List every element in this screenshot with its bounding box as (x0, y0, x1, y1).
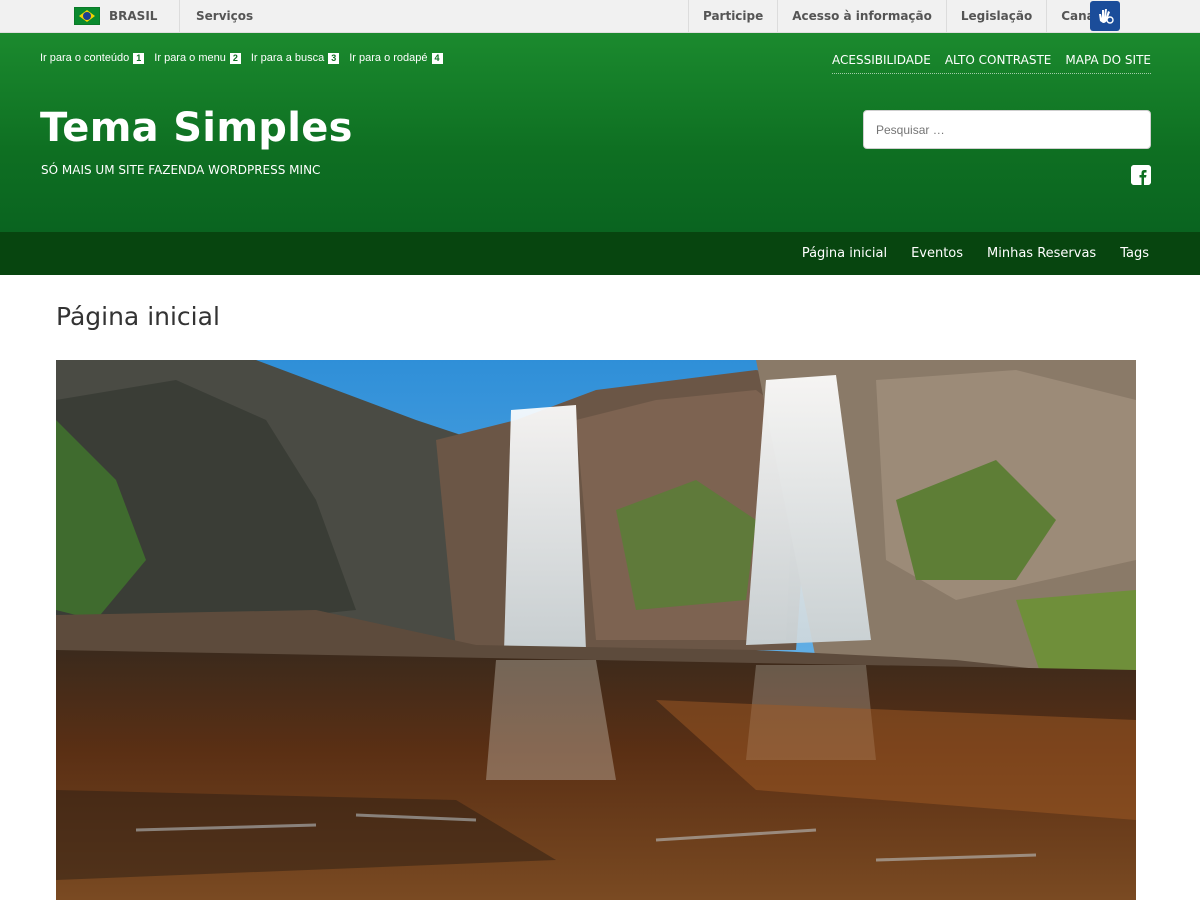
skip-to-footer-link[interactable]: Ir para o rodapé 4 (349, 52, 443, 64)
skip-key: 3 (328, 52, 340, 64)
skip-to-search-link[interactable]: Ir para a busca 3 (250, 52, 340, 64)
services-link[interactable]: Serviços (196, 0, 253, 32)
main-nav: Página inicial Eventos Minhas Reservas T… (0, 232, 1200, 275)
skip-links: Ir para o conteúdo 1 Ir para o menu 2 Ir p… (40, 52, 453, 64)
legislacao-link[interactable]: Legislação (945, 0, 1046, 32)
nav-items: Página inicial Eventos Minhas Reservas T… (778, 232, 1149, 275)
facebook-icon[interactable] (1131, 165, 1151, 185)
skip-key: 2 (229, 52, 241, 64)
accessibility-link[interactable]: ACESSIBILIDADE (832, 53, 931, 67)
skip-link-label: Ir para o conteúdo (40, 52, 130, 64)
brasil-label: BRASIL (109, 9, 158, 23)
skip-to-content-link[interactable]: Ir para o conteúdo 1 (40, 52, 145, 64)
waterfall-photo (56, 360, 1136, 900)
skip-link-label: Ir para a busca (250, 52, 325, 64)
search-input[interactable] (863, 110, 1151, 149)
high-contrast-link[interactable]: ALTO CONTRASTE (945, 53, 1052, 67)
acesso-informacao-link[interactable]: Acesso à informação (777, 0, 946, 32)
nav-item-home[interactable]: Página inicial (802, 232, 887, 275)
participe-link[interactable]: Participe (687, 0, 777, 32)
skip-key: 1 (133, 52, 145, 64)
nav-item-tags[interactable]: Tags (1120, 232, 1149, 275)
site-header: Ir para o conteúdo 1 Ir para o menu 2 Ir p… (0, 33, 1200, 232)
gov-links: Participe Acesso à informação Legislação… (687, 0, 1120, 32)
nav-item-reservations[interactable]: Minhas Reservas (987, 232, 1096, 275)
gov-top-bar: BRASIL Serviços Participe Acesso à infor… (0, 0, 1200, 33)
site-description: SÓ MAIS UM SITE FAZENDA WORDPRESS MINC (41, 163, 321, 177)
site-title[interactable]: Tema Simples (40, 105, 353, 151)
brazil-flag-icon (74, 7, 100, 25)
site-map-link[interactable]: MAPA DO SITE (1065, 53, 1151, 67)
nav-item-events[interactable]: Eventos (911, 232, 963, 275)
skip-link-label: Ir para o menu (154, 52, 226, 64)
skip-to-menu-link[interactable]: Ir para o menu 2 (154, 52, 241, 64)
brasil-link[interactable]: BRASIL (60, 0, 180, 32)
skip-key: 4 (431, 52, 443, 64)
skip-link-label: Ir para o rodapé (349, 52, 428, 64)
accessibility-links: ACESSIBILIDADE ALTO CONTRASTE MAPA DO SI… (832, 53, 1151, 74)
page-title: Página inicial (56, 302, 220, 331)
sign-language-icon[interactable] (1090, 1, 1120, 31)
